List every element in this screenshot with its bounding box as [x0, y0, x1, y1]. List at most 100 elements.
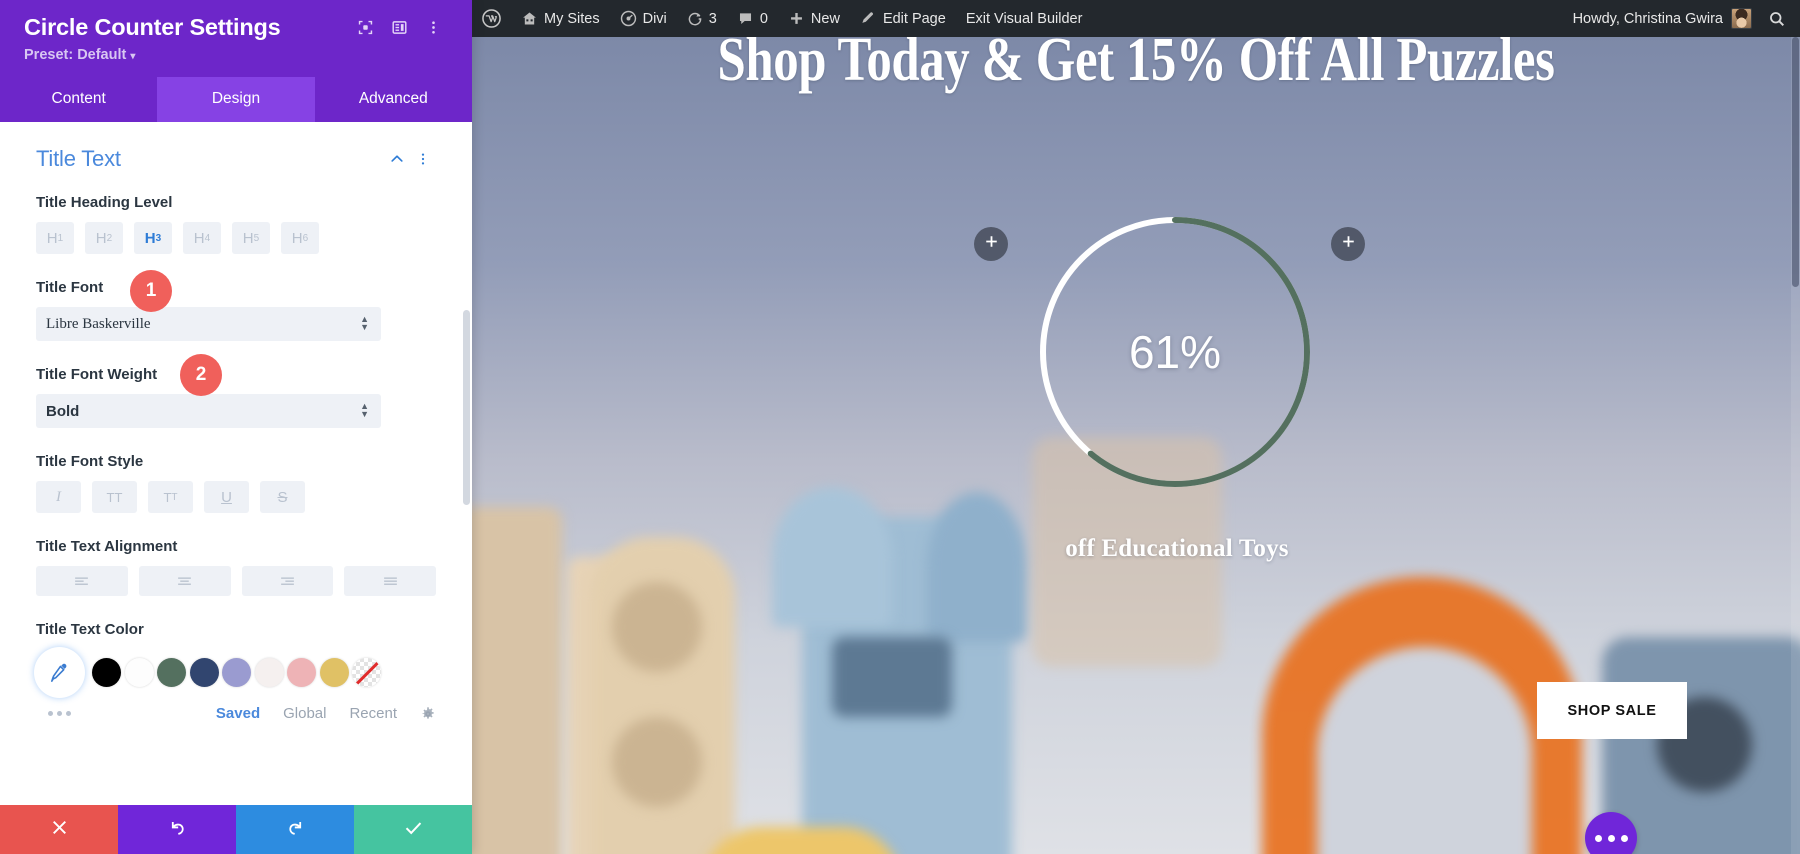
close-icon	[50, 818, 69, 842]
redo-button[interactable]	[236, 805, 354, 854]
swatch-sage-green[interactable]	[157, 658, 186, 687]
focus-target-icon[interactable]	[350, 12, 380, 42]
panel-scrollbar[interactable]	[463, 150, 470, 805]
layout-columns-icon[interactable]	[384, 12, 414, 42]
tab-design[interactable]: Design	[157, 77, 315, 122]
plus-icon	[1341, 234, 1356, 254]
panel-preset-selector[interactable]: Preset: Default ▾	[24, 47, 448, 77]
field-label: Title Text Color	[36, 621, 144, 638]
canvas-scrollbar-thumb[interactable]	[1792, 37, 1799, 287]
admin-bar-my-sites-label: My Sites	[544, 10, 600, 27]
canvas-scrollbar[interactable]	[1791, 37, 1800, 854]
admin-bar-my-sites[interactable]: My Sites	[511, 0, 610, 37]
divi-icon	[620, 10, 637, 27]
panel-scrollbar-thumb[interactable]	[463, 310, 470, 505]
panel-body: Title Text Title Heading Level H1 H 2 H …	[0, 122, 472, 805]
check-icon	[404, 818, 423, 842]
avatar	[1731, 8, 1752, 29]
align-center-icon[interactable]	[138, 566, 231, 596]
pencil-icon	[860, 10, 877, 27]
admin-bar-divi-label: Divi	[642, 10, 667, 27]
swatch-navy-blue[interactable]	[189, 658, 219, 687]
admin-bar-exit-visual-builder[interactable]: Exit Visual Builder	[956, 0, 1093, 37]
heading-level-h1[interactable]: H1	[36, 222, 74, 254]
field-label: Title Heading Level	[36, 194, 173, 211]
admin-bar-comments[interactable]: 0	[727, 0, 778, 37]
eyedropper-icon[interactable]	[36, 649, 83, 696]
admin-bar-comments-count: 0	[759, 10, 768, 27]
section-header-title-text[interactable]: Title Text	[36, 146, 436, 172]
heading-level-h4[interactable]: H4	[183, 222, 221, 254]
color-swatch-row	[36, 649, 436, 696]
align-right-icon[interactable]	[241, 566, 334, 596]
swatch-gold[interactable]	[319, 658, 349, 687]
add-module-button-2[interactable]	[1331, 227, 1365, 261]
admin-bar-edit-page[interactable]: Edit Page	[850, 0, 956, 37]
swatch-blush-pink[interactable]	[287, 658, 316, 687]
color-source-tabs: Saved Global Recent	[92, 705, 436, 722]
panel-scroll-content: Title Text Title Heading Level H1 H 2 H …	[0, 122, 472, 748]
admin-bar-wordpress-logo[interactable]	[472, 0, 511, 37]
ellipsis-icon[interactable]	[36, 711, 83, 716]
hero-page-title: Shop Today & Get 15% Off All Puzzles	[717, 37, 1555, 94]
ellipsis-dot	[1594, 834, 1602, 842]
chevron-up-icon[interactable]	[384, 146, 410, 172]
heading-level-h5[interactable]: H5	[232, 222, 270, 254]
admin-bar-divi[interactable]: Divi	[610, 0, 677, 37]
admin-bar-updates-count: 3	[708, 10, 717, 27]
tab-advanced[interactable]: Advanced	[315, 77, 472, 122]
gear-icon[interactable]	[420, 706, 436, 722]
kebab-menu-icon[interactable]	[410, 146, 436, 172]
admin-bar-account-menu[interactable]: Howdy, Christina Gwira	[1563, 0, 1760, 37]
title-font-select-wrap: Libre Baskerville ▲ ▼	[36, 307, 381, 341]
heading-level-h2[interactable]: H2	[85, 222, 123, 254]
color-tab-saved[interactable]: Saved	[216, 705, 260, 722]
color-picker-footer: Saved Global Recent	[36, 705, 436, 722]
font-style-italic-icon[interactable]: I	[36, 481, 81, 513]
align-justify-icon[interactable]	[344, 566, 436, 596]
field-label: Title Font	[36, 279, 104, 296]
swatch-transparent[interactable]	[352, 658, 381, 687]
shop-sale-button[interactable]: SHOP SALE	[1537, 682, 1687, 739]
tab-content[interactable]: Content	[0, 77, 157, 122]
cancel-button[interactable]	[0, 805, 118, 854]
field-title-font-weight: Title Font Weight 2 Bold ▲ ▼	[36, 354, 436, 428]
font-style-underline-icon[interactable]: U	[204, 481, 249, 513]
plus-icon	[788, 10, 805, 27]
annotation-badge-1: 1	[130, 270, 172, 312]
undo-icon	[168, 818, 187, 842]
swatch-periwinkle[interactable]	[222, 658, 251, 687]
admin-bar-new[interactable]: New	[778, 0, 850, 37]
title-font-weight-select-wrap: Bold ▲ ▼	[36, 394, 381, 428]
heading-level-h6[interactable]: H6	[281, 222, 319, 254]
font-style-smallcaps-icon[interactable]: TT	[148, 481, 193, 513]
comment-icon	[737, 10, 754, 27]
title-font-select[interactable]: Libre Baskerville	[36, 307, 381, 341]
save-button[interactable]	[354, 805, 472, 854]
panel-title: Circle Counter Settings	[24, 14, 281, 40]
field-title-font-style: Title Font Style I TT TT U S	[36, 453, 436, 513]
color-tab-global[interactable]: Global	[283, 705, 326, 722]
color-tab-recent[interactable]: Recent	[349, 705, 397, 722]
title-font-weight-select[interactable]: Bold	[36, 394, 381, 428]
swatch-off-white[interactable]	[254, 658, 284, 687]
section-title: Title Text	[36, 146, 121, 171]
field-label: Title Font Style	[36, 453, 144, 470]
admin-bar-updates[interactable]: 3	[677, 0, 727, 37]
undo-button[interactable]	[118, 805, 236, 854]
font-style-uppercase-icon[interactable]: TT	[92, 481, 137, 513]
swatch-white[interactable]	[124, 658, 154, 687]
heading-level-h3[interactable]: H3	[134, 222, 172, 254]
align-left-icon[interactable]	[36, 566, 128, 596]
visual-builder-canvas: Shop Today & Get 15% Off All Puzzles 61%…	[472, 37, 1800, 854]
field-title-text-color: Title Text Color Saved Global Recent	[36, 621, 436, 722]
add-module-button-1[interactable]	[974, 227, 1008, 261]
field-title-text-alignment: Title Text Alignment	[36, 538, 436, 596]
admin-bar-edit-page-label: Edit Page	[882, 10, 946, 27]
kebab-menu-icon[interactable]	[418, 12, 448, 42]
swatch-black[interactable]	[92, 658, 121, 687]
circle-counter-module[interactable]: 61%	[1025, 202, 1325, 502]
font-style-strikethrough-icon[interactable]: S	[260, 481, 305, 513]
admin-bar-search-button[interactable]	[1760, 0, 1800, 37]
admin-bar-exit-label: Exit Visual Builder	[965, 10, 1083, 27]
